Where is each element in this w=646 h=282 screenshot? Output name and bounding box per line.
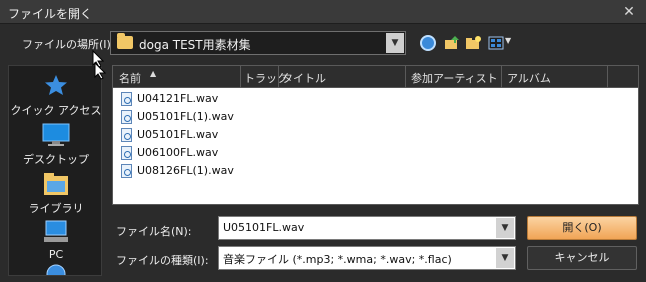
up-folder-icon[interactable] <box>444 35 460 51</box>
folder-icon <box>117 33 133 49</box>
new-folder-icon[interactable] <box>465 35 481 51</box>
view-dropdown-icon[interactable]: ▼ <box>505 36 511 45</box>
chevron-down-icon[interactable]: ▼ <box>386 33 404 53</box>
file-type-value: 音楽ファイル (*.mp3; *.wma; *.wav; *.flac) <box>223 253 452 266</box>
close-button[interactable]: ✕ <box>620 3 638 21</box>
column-separator <box>405 66 406 88</box>
globe-icon <box>46 264 66 275</box>
desktop-icon <box>42 123 70 146</box>
file-name: U08126FL(1).wav <box>137 164 234 177</box>
column-artist[interactable]: 参加アーティスト <box>411 70 498 86</box>
cancel-button[interactable]: キャンセル <box>527 246 637 270</box>
file-name: U06100FL.wav <box>137 146 219 159</box>
places-bar: クイック アクセス デスクトップ ライブラリ PC <box>8 65 102 276</box>
audio-file-icon <box>121 164 132 178</box>
window-title: ファイルを開く <box>8 7 93 21</box>
place-desktop[interactable]: デスクトップ <box>9 121 101 167</box>
column-header: 名前 ▲ トラック タイトル 参加アーティスト アルバム <box>113 66 638 88</box>
place-label: クイック アクセス <box>10 104 102 117</box>
back-icon[interactable] <box>420 35 436 51</box>
look-in-value: doga TEST用素材集 <box>139 38 251 52</box>
column-separator <box>278 66 279 88</box>
star-icon <box>45 75 67 95</box>
column-separator <box>501 66 502 88</box>
file-name-value: U05101FL.wav <box>223 221 305 234</box>
chevron-down-icon[interactable]: ▼ <box>496 248 514 268</box>
file-list[interactable]: 名前 ▲ トラック タイトル 参加アーティスト アルバム U04121FL.wa… <box>112 65 639 205</box>
place-library[interactable]: ライブラリ <box>9 170 101 216</box>
file-name-input[interactable]: U05101FL.wav ▼ <box>218 216 516 240</box>
place-network[interactable] <box>9 264 101 275</box>
mouse-cursor-icon <box>94 62 106 80</box>
title-bar: ファイルを開く ✕ <box>0 0 646 24</box>
file-type-select[interactable]: 音楽ファイル (*.mp3; *.wma; *.wav; *.flac) ▼ <box>218 246 516 270</box>
place-label: ライブラリ <box>28 202 84 215</box>
column-separator <box>240 66 241 88</box>
file-name-label: ファイル名(N): <box>116 225 192 238</box>
column-title[interactable]: タイトル <box>282 70 326 86</box>
sort-ascending-icon: ▲ <box>150 69 157 78</box>
place-label: PC <box>48 248 64 261</box>
open-button[interactable]: 開く(O) <box>527 216 637 240</box>
place-pc[interactable]: PC <box>9 218 101 264</box>
file-name: U05101FL(1).wav <box>137 110 234 123</box>
audio-file-icon <box>121 110 132 124</box>
chevron-down-icon[interactable]: ▼ <box>496 218 514 238</box>
library-icon <box>44 173 68 195</box>
file-name: U05101FL.wav <box>137 128 219 141</box>
column-album[interactable]: アルバム <box>507 70 551 86</box>
audio-file-icon <box>121 128 132 142</box>
place-quick-access[interactable]: クイック アクセス <box>9 72 102 118</box>
audio-file-icon <box>121 146 132 160</box>
file-type-label: ファイルの種類(I): <box>116 254 209 267</box>
view-menu-icon[interactable] <box>488 35 504 51</box>
look-in-dropdown[interactable]: doga TEST用素材集 ▼ <box>110 31 406 55</box>
file-name: U04121FL.wav <box>137 92 219 105</box>
audio-file-icon <box>121 92 132 106</box>
place-label: デスクトップ <box>23 153 89 166</box>
column-separator <box>607 66 608 88</box>
pc-icon <box>44 220 68 242</box>
column-name[interactable]: 名前 <box>119 70 141 86</box>
